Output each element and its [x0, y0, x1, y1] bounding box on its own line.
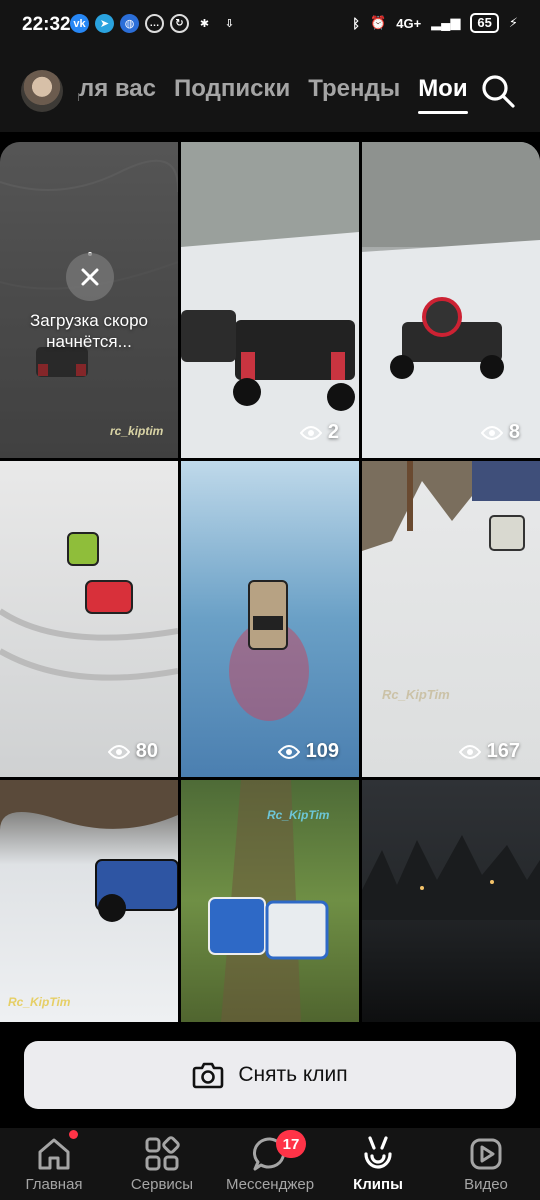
bottom-nav: Главная Сервисы Мессенджер Клипы Видео 1…: [0, 1128, 540, 1200]
status-time: 22:32: [22, 14, 71, 35]
messenger-unread-badge: 17: [276, 1130, 306, 1158]
watermark: Rc_KipTim: [267, 808, 330, 822]
clips-icon: [364, 1136, 392, 1169]
watermark: rc_kiptim: [110, 424, 164, 438]
clip-tabs: Для вас Подписки Тренды Мои: [78, 75, 469, 114]
signal-icon: ▂▄▆: [431, 15, 461, 30]
search-icon[interactable]: [480, 73, 516, 109]
nav-messenger[interactable]: Мессенджер: [216, 1134, 324, 1193]
upload-status: Загрузка скоро начнётся...: [30, 311, 148, 351]
nav-messenger-label: Мессенджер: [225, 1176, 315, 1193]
chat-icon: …: [145, 14, 164, 33]
view-count-value: 80: [135, 740, 158, 762]
telegram-icon: ➤: [95, 14, 114, 33]
clip-tile[interactable]: 80: [0, 461, 178, 777]
network-indicator: 4G+: [396, 15, 422, 31]
record-clip-button[interactable]: Снять клип: [24, 1041, 516, 1109]
nav-clips[interactable]: Клипы: [324, 1134, 432, 1193]
settings-icon: ✱: [199, 18, 210, 30]
tab-trends[interactable]: Тренды: [308, 75, 400, 103]
watermark: Rc_KipTim: [8, 995, 71, 1009]
tab-mine[interactable]: Мои: [418, 75, 469, 114]
clip-tile[interactable]: Rc_KipTim: [181, 780, 359, 1022]
home-icon: [38, 1138, 70, 1170]
clip-tile[interactable]: [362, 780, 540, 1022]
clip-tile[interactable]: 109: [181, 461, 359, 777]
view-count: 8: [480, 421, 520, 444]
record-clip-label: Снять клип: [238, 1063, 348, 1086]
eye-icon: [299, 425, 322, 440]
tab-subscriptions[interactable]: Подписки: [174, 75, 290, 103]
clip-thumbnail: [362, 142, 540, 458]
nav-video-label: Видео: [464, 1176, 508, 1193]
clips-grid: Загрузка скоро начнётся... rc_kiptim 2 8…: [0, 142, 540, 1022]
nav-services[interactable]: Сервисы: [108, 1134, 216, 1193]
cancel-upload-button[interactable]: [66, 253, 114, 301]
home-notification-dot: [69, 1130, 78, 1139]
nav-home[interactable]: Главная: [0, 1134, 108, 1193]
browser-icon: ◍: [120, 14, 139, 33]
bluetooth-icon: ᛒ: [352, 15, 361, 31]
battery-icon: 65: [470, 13, 499, 33]
clip-tile-uploading[interactable]: Загрузка скоро начнётся... rc_kiptim: [0, 142, 178, 458]
vk-icon: vk: [70, 14, 89, 33]
clip-tile[interactable]: Rc_KipTim: [0, 780, 178, 1022]
camera-icon: [193, 1062, 224, 1089]
view-count-value: 8: [508, 421, 520, 443]
eye-icon: [480, 425, 503, 440]
clip-thumbnail: [0, 532, 178, 681]
eye-icon: [277, 744, 300, 759]
nav-home-label: Главная: [25, 1176, 83, 1193]
view-count-value: 2: [327, 421, 339, 443]
status-bar: 22:32 vk ➤ ◍ … ↻ ✱ ⇩ ᛒ ⏰ 4G+ ▂▄▆ 65 ⚡: [0, 0, 540, 52]
notification-icons: vk ➤ ◍ … ↻ ✱ ⇩: [70, 14, 239, 33]
close-icon: [81, 268, 99, 286]
eye-icon: [458, 744, 481, 759]
view-count: 2: [299, 421, 339, 444]
download-icon: ⇩: [224, 18, 235, 30]
clip-thumbnail: [362, 835, 540, 920]
eye-icon: [107, 744, 130, 759]
services-icon: [145, 1136, 180, 1171]
view-count: 80: [107, 740, 158, 763]
alarm-icon: ⏰: [370, 15, 387, 30]
clip-thumbnail: [229, 580, 309, 721]
watermark: Rc_KipTim: [382, 687, 450, 702]
nav-services-label: Сервисы: [130, 1176, 194, 1193]
view-count-value: 109: [305, 740, 339, 762]
avatar[interactable]: [21, 70, 63, 112]
video-icon: [470, 1138, 502, 1170]
clip-tile[interactable]: Rc_KipTim 167: [362, 461, 540, 777]
nav-video[interactable]: Видео: [432, 1134, 540, 1193]
sync-icon: ↻: [170, 14, 189, 33]
clip-thumbnail: [181, 142, 359, 458]
view-count: 167: [458, 740, 520, 763]
view-count: 109: [277, 740, 339, 763]
clip-tile[interactable]: 8: [362, 142, 540, 458]
charging-icon: ⚡: [508, 15, 518, 30]
nav-clips-label: Клипы: [353, 1176, 403, 1193]
clip-tile[interactable]: 2: [181, 142, 359, 458]
clip-thumbnail: [0, 780, 178, 922]
system-icons: ᛒ ⏰ 4G+ ▂▄▆ 65 ⚡: [352, 13, 518, 33]
tab-for-you[interactable]: Для вас: [78, 75, 156, 103]
view-count-value: 167: [486, 740, 520, 762]
clip-thumbnail: [362, 461, 540, 551]
